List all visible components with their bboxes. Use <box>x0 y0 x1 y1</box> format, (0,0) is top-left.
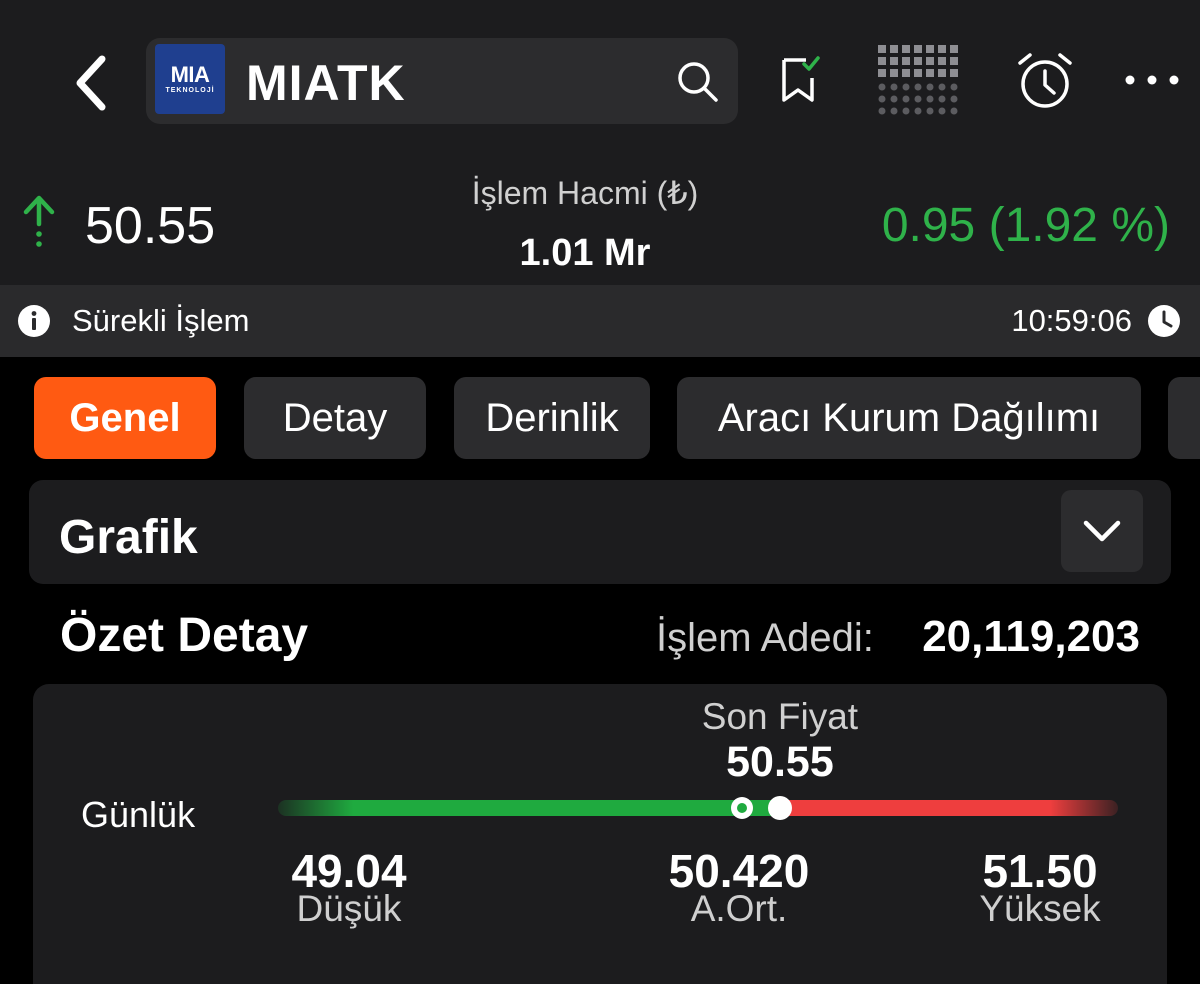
more-button[interactable] <box>1122 62 1182 98</box>
tab-derinlik[interactable]: Derinlik <box>454 377 650 459</box>
range-bar-negative <box>779 800 1118 816</box>
quote-row: 50.55 İşlem Hacmi (₺) 1.01 Mr 0.95 (1.92… <box>0 160 1200 280</box>
daily-range-bar <box>278 796 1118 820</box>
chart-section-header[interactable]: Grafik <box>29 480 1171 584</box>
last-price-value: 50.55 <box>726 738 834 786</box>
summary-title: Özet Detay <box>60 609 309 662</box>
chevron-down-icon <box>1083 520 1121 542</box>
heatmap-grid-icon <box>878 45 958 115</box>
info-icon[interactable] <box>18 305 50 337</box>
last-price-marker <box>767 796 792 820</box>
daily-label: Günlük <box>81 794 196 835</box>
high-label: Yüksek <box>979 888 1101 929</box>
session-status-label: Sürekli İşlem <box>72 303 250 338</box>
tab-more-partial[interactable] <box>1168 377 1200 459</box>
chart-section-title: Grafik <box>59 511 198 564</box>
average-price-marker <box>730 797 753 819</box>
alarm-clock-icon <box>1018 53 1072 108</box>
low-label: Düşük <box>296 888 402 929</box>
search-icon[interactable] <box>676 60 720 104</box>
clock-icon <box>1148 305 1180 337</box>
top-bar: MIA TEKNOLOJİ MIATK 50.55 İşlem Hacmi (₺… <box>0 0 1200 285</box>
last-price-label: Son Fiyat <box>701 696 859 737</box>
bookmark-check-icon <box>782 56 820 102</box>
price-change: 0.95 (1.92 %) <box>881 199 1170 252</box>
tab-detay[interactable]: Detay <box>244 377 426 459</box>
trade-count-label: İşlem Adedi: <box>656 616 874 660</box>
last-price: 50.55 <box>85 197 216 255</box>
trade-count-value: 20,119,203 <box>922 612 1140 661</box>
back-button[interactable] <box>62 48 122 118</box>
tab-araci-kurum-dagilimi[interactable]: Aracı Kurum Dağılımı <box>677 377 1141 459</box>
volume-label: İşlem Hacmi (₺) <box>471 175 699 211</box>
average-label: A.Ort. <box>690 888 788 929</box>
watchlist-button[interactable] <box>770 50 826 110</box>
session-status-bar: Sürekli İşlem 10:59:06 <box>0 285 1200 357</box>
up-arrow-icon <box>23 195 55 247</box>
daily-range-card: Son Fiyat 50.55 Günlük 49.04 Düşük 50.42… <box>33 684 1167 984</box>
more-dots-icon <box>1125 75 1179 85</box>
session-time: 10:59:06 <box>1011 303 1132 338</box>
heatmap-button[interactable] <box>876 42 966 120</box>
company-logo: MIA TEKNOLOJİ <box>155 44 225 114</box>
ticker-symbol: MIATK <box>246 55 406 111</box>
volume-value: 1.01 Mr <box>519 232 651 274</box>
symbol-search-box[interactable]: MIA TEKNOLOJİ MIATK <box>146 38 738 124</box>
expand-chart-button[interactable] <box>1061 490 1143 572</box>
range-bar-positive <box>278 800 780 816</box>
alarm-button[interactable] <box>1012 50 1078 112</box>
tab-genel[interactable]: Genel <box>34 377 216 459</box>
back-chevron-icon <box>76 55 106 111</box>
